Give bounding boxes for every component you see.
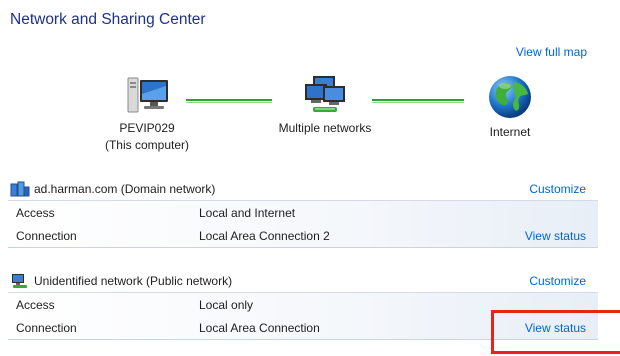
public-network-icon <box>12 274 27 288</box>
computer-sub: (This computer) <box>104 138 190 152</box>
highlight-box <box>491 310 620 354</box>
internet-label: Internet <box>489 125 531 139</box>
network-header: ad.harman.com (Domain network) Customize <box>8 178 598 201</box>
customize-link[interactable]: Customize <box>529 274 586 288</box>
globe-icon <box>489 76 531 118</box>
customize-link[interactable]: Customize <box>529 182 586 196</box>
network-name: ad.harman.com (Domain network) <box>34 182 216 196</box>
view-status-link[interactable]: View status <box>525 229 586 243</box>
connection-value: Local Area Connection 2 <box>199 228 330 243</box>
connection-row: Connection Local Area Connection 2 View … <box>8 224 598 247</box>
access-value: Local and Internet <box>199 205 296 220</box>
connection-key: Connection <box>16 320 77 335</box>
connection-key: Connection <box>16 228 77 243</box>
access-key: Access <box>16 297 55 312</box>
domain-network-icon <box>10 181 30 197</box>
multiple-networks-node[interactable]: Multiple networks <box>260 74 390 136</box>
network-section-domain: ad.harman.com (Domain network) Customize… <box>8 178 598 248</box>
network-header: Unidentified network (Public network) Cu… <box>8 270 598 293</box>
access-key: Access <box>16 205 55 220</box>
computer-icon <box>127 77 168 113</box>
view-full-map-link[interactable]: View full map <box>516 45 587 59</box>
page-title: Network and Sharing Center <box>10 11 206 28</box>
network-name: Unidentified network (Public network) <box>34 274 233 288</box>
multiple-networks-label: Multiple networks <box>278 121 372 135</box>
multiple-networks-icon <box>305 76 345 112</box>
access-row: Access Local and Internet <box>8 201 598 224</box>
internet-node[interactable]: Internet <box>450 74 570 140</box>
this-computer-node[interactable]: PEVIP029 (This computer) <box>92 74 202 153</box>
connection-value: Local Area Connection <box>199 320 320 335</box>
computer-name: PEVIP029 <box>119 121 175 135</box>
